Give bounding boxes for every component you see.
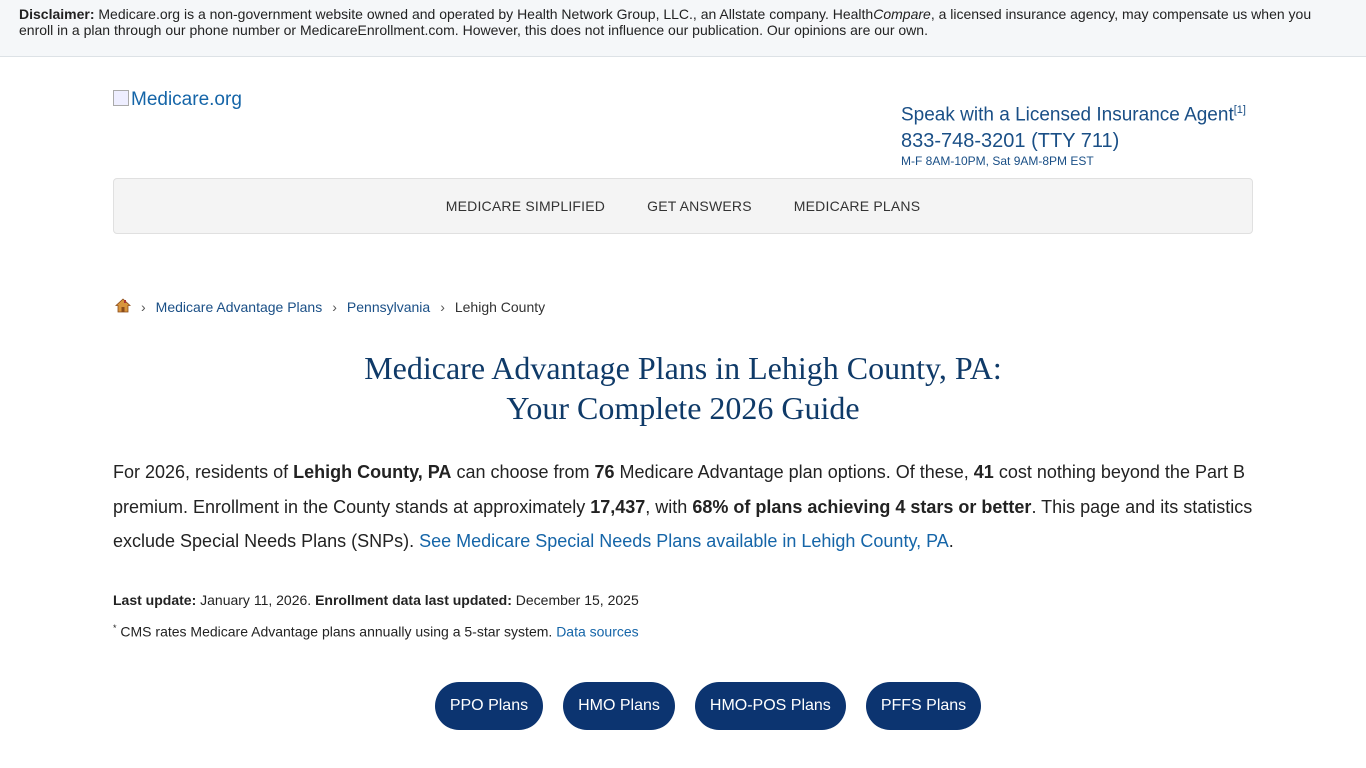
nav-get-answers[interactable]: GET ANSWERS [647, 198, 752, 214]
phone-link[interactable]: 833-748-3201 (TTY 711) [901, 128, 1253, 154]
enrollment-update-date: December 15, 2025 [511, 591, 639, 608]
intro-zero-premium-count: 41 [973, 462, 994, 482]
cms-footnote: * CMS rates Medicare Advantage plans ann… [113, 623, 1253, 640]
main-container: Medicare.org Speak with a Licensed Insur… [113, 57, 1253, 731]
breadcrumb-pennsylvania[interactable]: Pennsylvania [347, 299, 430, 315]
page-title-line-2: Your Complete 2026 Guide [506, 390, 860, 426]
nav-medicare-plans[interactable]: MEDICARE PLANS [794, 198, 921, 214]
main-nav: MEDICARE SIMPLIFIED GET ANSWERS MEDICARE… [113, 178, 1253, 234]
intro-paragraph: For 2026, residents of Lehigh County, PA… [113, 455, 1253, 559]
agent-footnote-link[interactable]: [1] [1234, 104, 1246, 116]
broken-image-icon [113, 90, 129, 106]
page-title-line-1: Medicare Advantage Plans in Lehigh Count… [364, 350, 1002, 386]
breadcrumb-current-lehigh-county: Lehigh County [454, 299, 546, 315]
agent-hours: M-F 8AM-10PM, Sat 9AM-8PM EST [901, 154, 1094, 169]
plan-type-buttons: PPO Plans HMO Plans HMO-POS Plans PFFS P… [163, 682, 1253, 731]
logo-alt-text: Medicare.org [131, 89, 242, 110]
intro-text: . [948, 531, 954, 551]
site-header: Medicare.org Speak with a Licensed Insur… [113, 57, 1253, 178]
pffs-plans-button[interactable]: PFFS Plans [865, 682, 982, 731]
intro-text: Medicare Advantage plan options. Of thes… [614, 462, 974, 482]
enrollment-update-label: Enrollment data last updated: [315, 591, 512, 608]
site-logo-link[interactable]: Medicare.org [113, 89, 242, 111]
disclaimer-text-1: Medicare.org is a non-government website… [94, 6, 874, 22]
last-update-date: January 11, 2026. [196, 591, 316, 608]
hmo-plans-button[interactable]: HMO Plans [563, 682, 675, 731]
intro-county: Lehigh County, PA [293, 462, 452, 482]
ppo-plans-button[interactable]: PPO Plans [434, 682, 544, 731]
disclaimer-label: Disclaimer: [19, 6, 95, 22]
nav-medicare-simplified[interactable]: MEDICARE SIMPLIFIED [446, 198, 605, 214]
agent-title: Speak with a Licensed Insurance Agent[1] [901, 99, 1253, 126]
intro-text: can choose from [451, 462, 595, 482]
update-info: Last update: January 11, 2026. Enrollmen… [113, 592, 1253, 608]
disclaimer-banner: Disclaimer: Medicare.org is a non-govern… [0, 0, 1366, 57]
home-icon[interactable] [114, 298, 132, 316]
home-icon-svg [114, 298, 132, 313]
intro-text: For 2026, residents of [113, 462, 294, 482]
footnote-text: CMS rates Medicare Advantage plans annua… [116, 623, 557, 640]
intro-star-rating: 68% of plans achieving 4 stars or better [692, 496, 1032, 517]
data-sources-link[interactable]: Data sources [556, 623, 638, 639]
agent-title-text: Speak with a Licensed Insurance Agent [901, 104, 1234, 126]
breadcrumb-separator: › [141, 299, 146, 315]
intro-enrollment: 17,437 [590, 496, 646, 517]
page-title: Medicare Advantage Plans in Lehigh Count… [113, 348, 1253, 428]
snp-link[interactable]: See Medicare Special Needs Plans availab… [419, 531, 949, 551]
agent-contact: Speak with a Licensed Insurance Agent[1]… [901, 99, 1253, 168]
breadcrumb-separator: › [332, 299, 337, 315]
hmo-pos-plans-button[interactable]: HMO-POS Plans [694, 682, 846, 731]
disclaimer-text-italic: Compare [873, 6, 931, 22]
intro-text: , with [645, 496, 693, 517]
last-update-label: Last update: [113, 591, 197, 608]
breadcrumb: › Medicare Advantage Plans › Pennsylvani… [113, 298, 1253, 316]
intro-plan-count: 76 [594, 462, 615, 482]
breadcrumb-medicare-advantage-plans[interactable]: Medicare Advantage Plans [156, 299, 323, 315]
breadcrumb-separator: › [440, 299, 445, 315]
